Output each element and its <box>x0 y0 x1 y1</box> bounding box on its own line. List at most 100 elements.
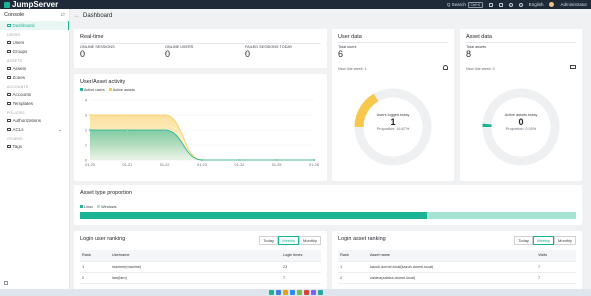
sidebar-item-assets[interactable]: Assets <box>0 64 69 73</box>
acl-icon <box>7 127 11 132</box>
data-point <box>275 158 278 162</box>
tab-monthly[interactable]: Monthly <box>553 236 576 245</box>
sidebar-item-label: Tags <box>12 144 23 149</box>
sidebar-item-groups[interactable]: Groups <box>0 47 69 56</box>
data-point <box>126 113 129 117</box>
legend-swatch <box>108 88 112 91</box>
back-arrow-icon[interactable]: ← <box>74 13 80 19</box>
sidebar-item-authorizations[interactable]: Authorizations <box>0 116 69 125</box>
server-icon <box>7 66 11 71</box>
data-point <box>238 158 241 162</box>
realtime-card: Real-time ONLINE SESSIONS 0 ONLINE USERS… <box>74 29 327 68</box>
stat-failed-sessions: FAILED SESSIONS TODAY 0 <box>245 45 292 59</box>
gauge-value: 0 <box>518 117 524 127</box>
x-tick-label: 01-20 <box>85 163 95 167</box>
activity-card: User/Asset activity Active users Active a… <box>74 74 327 181</box>
notification-icon[interactable] <box>498 2 503 7</box>
col-asset-name[interactable]: Asset name <box>368 250 536 262</box>
avatar[interactable] <box>549 2 555 7</box>
account-icon <box>7 92 11 97</box>
console-title: Console <box>4 12 25 18</box>
key-icon <box>7 118 11 123</box>
user-data-title: User data <box>338 34 362 40</box>
language-switch[interactable]: English <box>529 2 544 7</box>
col-username[interactable]: Username <box>110 250 281 262</box>
x-tick-label: 01-26 <box>309 163 319 167</box>
help-icon[interactable] <box>518 2 523 7</box>
sidebar-item-dashboard[interactable]: Dashboard <box>0 21 69 30</box>
settings-icon[interactable] <box>508 2 513 7</box>
taskbar-app-icon[interactable] <box>282 290 288 295</box>
sidebar-item-tags[interactable]: Tags <box>0 142 69 151</box>
tab-weekly[interactable]: Weekly <box>277 236 299 245</box>
app-logo[interactable]: JumpServer <box>4 0 58 9</box>
col-rank[interactable]: Rank <box>80 250 110 262</box>
table-row[interactable]: 2 lam(lam) 7 <box>80 272 321 284</box>
taskbar-app-icon[interactable] <box>289 290 295 295</box>
asset-type-title: Asset type proportion <box>80 190 132 196</box>
cell-login-times: 7 <box>281 272 321 284</box>
login-asset-table: Rank Asset name Visits 1 kazuh.domel.loc… <box>338 250 576 284</box>
tab-today[interactable]: Today <box>514 236 533 245</box>
copy-icon[interactable] <box>488 2 493 7</box>
legend-windows: Windows <box>97 205 116 209</box>
stat-value: 0 <box>165 49 171 59</box>
search-label: Q Search <box>446 2 466 7</box>
switch-view-icon[interactable]: ⇄ <box>61 12 65 18</box>
legend-label: Windows <box>101 205 117 209</box>
chevron-down-icon[interactable]: ⌄ <box>58 127 62 133</box>
legend-swatch <box>80 88 83 91</box>
tab-monthly[interactable]: Monthly <box>298 236 321 245</box>
sidebar-item-label: Accounts <box>12 92 32 97</box>
zone-icon <box>7 75 11 80</box>
taskbar-app-icon[interactable] <box>303 290 309 295</box>
new-users-value: 1 <box>364 67 367 71</box>
table-row[interactable]: 2 zaldea(zaldea.domel.local) 7 <box>338 272 576 284</box>
x-tick-label: 01-22 <box>160 163 170 167</box>
global-search[interactable]: Q Search Ctrl+K <box>446 1 483 8</box>
taskbar-app-icon[interactable] <box>310 290 316 295</box>
col-rank[interactable]: Rank <box>338 250 368 262</box>
sidebar-item-label: Templates <box>12 101 34 106</box>
legend-item[interactable]: Active assets <box>108 88 135 92</box>
table-row[interactable]: 1 kazuh.domel.local(kazuh.domel.local) 7 <box>338 261 576 273</box>
login-user-title: Login user ranking <box>80 236 126 242</box>
data-point <box>88 113 92 117</box>
sidebar-item-zones[interactable]: Zones <box>0 73 69 82</box>
legend-item[interactable]: Active users <box>80 88 105 92</box>
taskbar-app-icon[interactable] <box>268 290 274 295</box>
col-login-times[interactable]: Login times <box>281 250 321 262</box>
table-header: Rank Username Login times <box>80 250 321 262</box>
sidebar-item-accounts[interactable]: Accounts <box>0 90 69 99</box>
cell-asset-name: kazuh.domel.local(kazuh.domel.local) <box>368 261 536 273</box>
asset-data-title: Asset data <box>466 34 492 40</box>
bar-segment-linux[interactable] <box>80 212 428 219</box>
sidebar-item-users[interactable]: Users <box>0 38 69 47</box>
data-point <box>88 128 92 132</box>
cell-visits: 7 <box>536 261 576 273</box>
bar-segment-windows[interactable] <box>427 212 576 219</box>
taskbar-app-icon[interactable] <box>317 290 323 295</box>
col-visits[interactable]: Visits <box>536 250 576 262</box>
realtime-title: Real-time <box>80 34 104 40</box>
tab-today[interactable]: Today <box>259 236 278 245</box>
cell-asset-name: zaldea(zaldea.domel.local) <box>368 272 536 284</box>
tab-weekly[interactable]: Weekly <box>532 236 554 245</box>
sidebar-section-label: ACCOUNTS <box>7 85 29 89</box>
sidebar-item-label: Assets <box>12 66 27 71</box>
total-assets-value: 8 <box>466 49 472 59</box>
taskbar-app-icon[interactable] <box>275 290 281 295</box>
stat-online-users: ONLINE USERS 0 <box>165 45 193 59</box>
app-title: JumpServer <box>12 0 59 9</box>
sidebar-item-templates[interactable]: Templates <box>0 99 69 108</box>
table-row[interactable]: 1 maxime(maxime) 23 <box>80 261 321 273</box>
user-menu[interactable]: Administrator <box>560 2 587 7</box>
activity-chart: 0 1 2 3 4 01-20 01-21 01-22 01-23 01-24 01-25 01-26 <box>85 98 319 167</box>
sidebar-item-acls[interactable]: ACLs ⌄ <box>0 125 69 134</box>
sidebar-section-label: POLICIES <box>7 111 25 115</box>
taskbar-app-icon[interactable] <box>296 290 302 295</box>
collapse-sidebar-icon[interactable] <box>4 281 8 285</box>
tag-icon <box>7 144 11 149</box>
total-users-value: 6 <box>338 49 344 59</box>
y-tick-label: 3 <box>85 113 87 117</box>
